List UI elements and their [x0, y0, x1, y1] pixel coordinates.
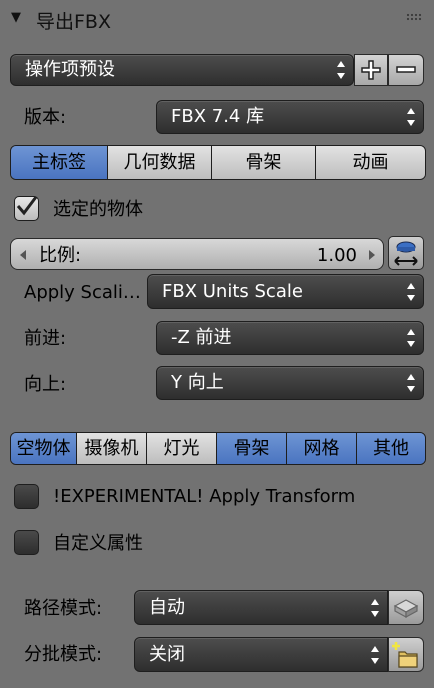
- forward-dropdown[interactable]: -Z 前进: [156, 321, 424, 355]
- embed-textures-button[interactable]: [388, 590, 424, 625]
- package-icon: [393, 599, 419, 619]
- increment-arrow-icon[interactable]: [367, 249, 377, 261]
- plus-icon: [361, 60, 381, 80]
- apply-scalings-dropdown[interactable]: FBX Units Scale: [147, 274, 424, 309]
- toggle-lamp[interactable]: 灯光: [147, 433, 217, 464]
- unit-scale-icon: [394, 241, 418, 266]
- custom-properties-label: 自定义属性: [53, 533, 143, 554]
- updown-arrows-icon: [406, 281, 416, 303]
- custom-properties-checkbox[interactable]: [14, 530, 39, 555]
- updown-arrows-icon: [336, 59, 346, 81]
- updown-arrows-icon: [406, 106, 416, 128]
- apply-transform-checkbox[interactable]: [14, 484, 39, 509]
- scale-value: 1.00: [316, 245, 357, 266]
- operator-presets-dropdown[interactable]: 操作项预设: [10, 54, 354, 86]
- version-dropdown[interactable]: FBX 7.4 库: [156, 100, 424, 134]
- operator-presets-label: 操作项预设: [25, 59, 115, 80]
- tab-main[interactable]: 主标签: [11, 146, 108, 179]
- path-mode-dropdown[interactable]: 自动: [134, 590, 388, 625]
- batch-own-dir-button[interactable]: [388, 637, 424, 672]
- path-mode-label: 路径模式:: [24, 598, 103, 619]
- toggle-mesh[interactable]: 网格: [287, 433, 357, 464]
- new-folder-icon: [392, 642, 418, 668]
- drag-grip-icon[interactable]: [406, 13, 422, 21]
- tab-armature[interactable]: 骨架: [212, 146, 316, 179]
- toggle-camera[interactable]: 摄像机: [77, 433, 147, 464]
- version-label: 版本:: [24, 107, 67, 128]
- batch-mode-value: 关闭: [149, 643, 185, 665]
- up-dropdown[interactable]: Y 向上: [156, 366, 424, 400]
- version-value: FBX 7.4 库: [171, 106, 265, 127]
- scale-label: 比例:: [39, 245, 82, 266]
- main-tab-bar: 主标签 几何数据 骨架 动画: [10, 145, 426, 180]
- apply-scalings-label: Apply Scali…: [24, 282, 141, 303]
- updown-arrows-icon: [370, 597, 380, 619]
- path-mode-value: 自动: [149, 596, 185, 618]
- updown-arrows-icon: [406, 327, 416, 349]
- updown-arrows-icon: [406, 372, 416, 394]
- minus-icon: [396, 66, 416, 73]
- tab-geometry[interactable]: 几何数据: [108, 146, 212, 179]
- batch-mode-label: 分批模式:: [24, 644, 103, 665]
- apply-scalings-value: FBX Units Scale: [162, 280, 303, 302]
- decrement-arrow-icon[interactable]: [18, 249, 28, 261]
- tab-animation[interactable]: 动画: [316, 146, 425, 179]
- up-label: 向上:: [24, 374, 67, 395]
- apply-unit-scale-button[interactable]: [388, 236, 424, 270]
- toggle-empty[interactable]: 空物体: [11, 433, 77, 464]
- checkmark-icon: [16, 196, 38, 216]
- forward-value: -Z 前进: [171, 327, 232, 348]
- apply-transform-label: !EXPERIMENTAL! Apply Transform: [53, 486, 356, 507]
- up-value: Y 向上: [171, 372, 224, 393]
- toggle-other[interactable]: 其他: [357, 433, 425, 464]
- selected-objects-label: 选定的物体: [53, 199, 143, 220]
- object-types-bar: 空物体 摄像机 灯光 骨架 网格 其他: [10, 432, 426, 465]
- updown-arrows-icon: [370, 644, 380, 666]
- scale-slider[interactable]: 比例: 1.00: [10, 238, 384, 270]
- selected-objects-checkbox[interactable]: [14, 196, 39, 221]
- panel-title[interactable]: 导出FBX: [36, 7, 111, 34]
- batch-mode-dropdown[interactable]: 关闭: [134, 637, 388, 672]
- collapse-triangle-icon[interactable]: ▼: [11, 10, 21, 25]
- add-preset-button[interactable]: [354, 54, 388, 86]
- remove-preset-button[interactable]: [388, 54, 424, 86]
- toggle-armature[interactable]: 骨架: [217, 433, 287, 464]
- forward-label: 前进:: [24, 328, 67, 349]
